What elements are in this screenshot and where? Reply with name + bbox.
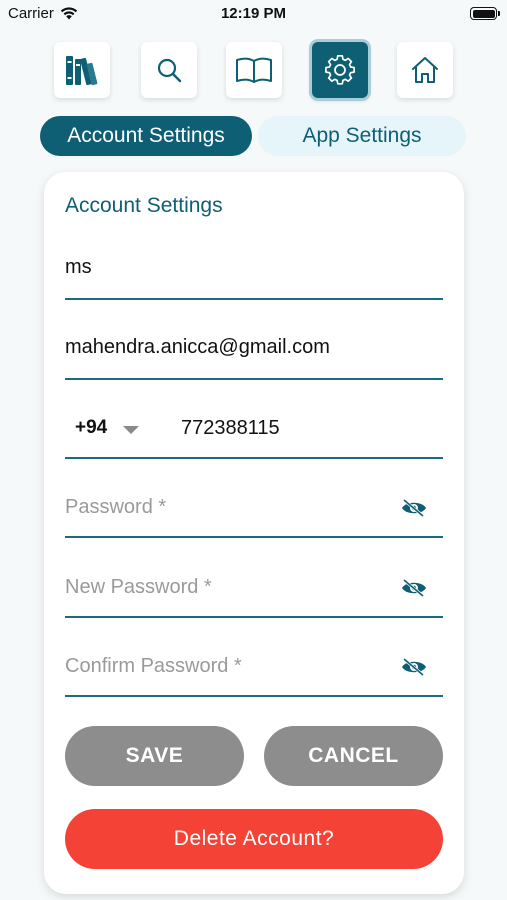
- home-icon: [412, 57, 438, 83]
- chevron-down-icon[interactable]: [123, 426, 139, 434]
- delete-account-button[interactable]: Delete Account?: [65, 809, 443, 869]
- tab-account-settings[interactable]: Account Settings: [40, 116, 252, 156]
- password-placeholder: Password *: [65, 496, 167, 518]
- status-bar: Carrier 12:19 PM: [0, 0, 507, 30]
- top-nav: [0, 42, 507, 100]
- name-value: ms: [65, 256, 92, 278]
- nav-read-button[interactable]: [226, 42, 282, 98]
- name-field[interactable]: ms: [65, 240, 443, 300]
- status-time: 12:19 PM: [220, 5, 287, 22]
- tab-app-settings[interactable]: App Settings: [258, 116, 466, 156]
- eye-off-icon[interactable]: [401, 657, 427, 677]
- confirm-password-placeholder: Confirm Password *: [65, 655, 242, 677]
- nav-settings-button[interactable]: [312, 42, 368, 98]
- phone-number-input[interactable]: 772388115: [181, 417, 280, 440]
- email-value: mahendra.anicca@gmail.com: [65, 336, 330, 358]
- settings-tabs: Account Settings App Settings: [40, 116, 466, 156]
- eye-off-icon[interactable]: [401, 578, 427, 598]
- save-button[interactable]: SAVE: [65, 726, 244, 786]
- search-icon: [157, 58, 182, 83]
- gear-icon: [325, 55, 355, 85]
- new-password-placeholder: New Password *: [65, 576, 212, 598]
- new-password-field[interactable]: New Password *: [65, 558, 443, 618]
- eye-off-icon[interactable]: [401, 498, 427, 518]
- books-icon: [66, 56, 98, 86]
- confirm-password-field[interactable]: Confirm Password *: [65, 637, 443, 697]
- delete-account-label: Delete Account?: [173, 827, 335, 850]
- email-field[interactable]: mahendra.anicca@gmail.com: [65, 320, 443, 380]
- nav-home-button[interactable]: [397, 42, 453, 98]
- nav-search-button[interactable]: [141, 42, 197, 98]
- nav-library-button[interactable]: [54, 42, 110, 98]
- card-title: Account Settings: [65, 194, 223, 217]
- password-field[interactable]: Password *: [65, 478, 443, 538]
- battery-icon: [470, 7, 500, 20]
- phone-field: +94 772388115: [65, 399, 443, 459]
- tab-account-settings-label: Account Settings: [67, 124, 225, 147]
- cancel-button-label: CANCEL: [308, 744, 399, 767]
- open-book-icon: [236, 57, 272, 83]
- save-button-label: SAVE: [125, 744, 184, 767]
- account-settings-card: Account Settings ms mahendra.anicca@gmai…: [44, 172, 464, 894]
- tab-app-settings-label: App Settings: [302, 124, 422, 147]
- country-code-select[interactable]: +94: [75, 417, 107, 439]
- cancel-button[interactable]: CANCEL: [264, 726, 443, 786]
